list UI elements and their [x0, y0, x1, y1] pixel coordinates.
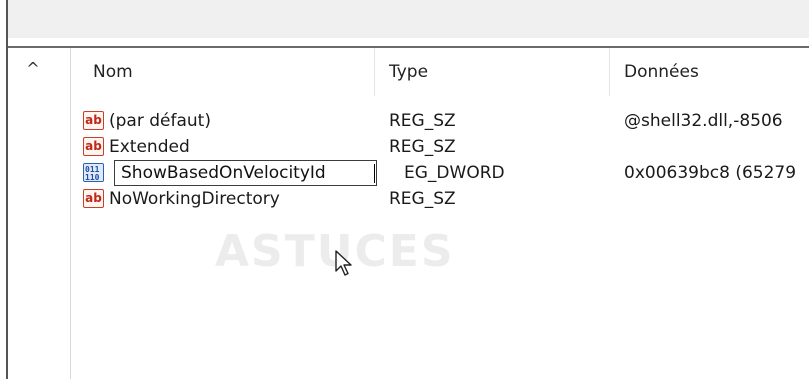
string-value-icon: ab	[83, 137, 104, 156]
svg-text:110: 110	[85, 173, 100, 181]
column-separator[interactable]	[609, 48, 610, 96]
column-header-data[interactable]: Données	[624, 62, 699, 82]
value-type: REG_SZ	[389, 137, 456, 157]
binary-value-icon: 011 110	[83, 163, 104, 182]
value-type: REG_SZ	[389, 111, 456, 131]
mouse-pointer-icon	[335, 250, 352, 276]
value-name: Extended	[109, 137, 190, 157]
value-type: REG_SZ	[389, 189, 456, 209]
address-bar-area	[8, 0, 809, 48]
values-list: Nom Type Données ab (par défaut) REG_SZ …	[71, 48, 809, 379]
column-header-type[interactable]: Type	[389, 62, 428, 82]
value-data: 0x00639bc8 (65279	[624, 163, 797, 183]
value-name: NoWorkingDirectory	[109, 189, 280, 209]
value-data: @shell32.dll,-8506	[624, 111, 783, 131]
list-row[interactable]: ab Extended REG_SZ	[71, 134, 809, 160]
value-name: (par défaut)	[109, 111, 211, 131]
text-caret	[374, 164, 375, 183]
list-row[interactable]: ab (par défaut) REG_SZ @shell32.dll,-850…	[71, 108, 809, 134]
key-tree-pane[interactable]: ^	[8, 48, 61, 379]
scroll-up-icon[interactable]: ^	[22, 58, 44, 78]
rename-input-text: ShowBasedOnVelocityId	[121, 163, 326, 183]
column-header-name[interactable]: Nom	[93, 62, 133, 82]
string-value-icon: ab	[83, 111, 104, 130]
rename-input[interactable]: ShowBasedOnVelocityId	[114, 160, 377, 186]
pane-splitter[interactable]	[60, 48, 71, 379]
string-value-icon: ab	[83, 189, 104, 208]
list-row-selected[interactable]: 011 110 ShowBasedOnVelocityId EG_DWORD 0…	[71, 160, 809, 186]
value-type: EG_DWORD	[404, 163, 505, 183]
registry-editor-window: ^ Nom Type Données ab (par défaut) REG_S…	[6, 0, 809, 379]
list-row[interactable]: ab NoWorkingDirectory REG_SZ	[71, 186, 809, 212]
column-separator[interactable]	[374, 48, 375, 96]
